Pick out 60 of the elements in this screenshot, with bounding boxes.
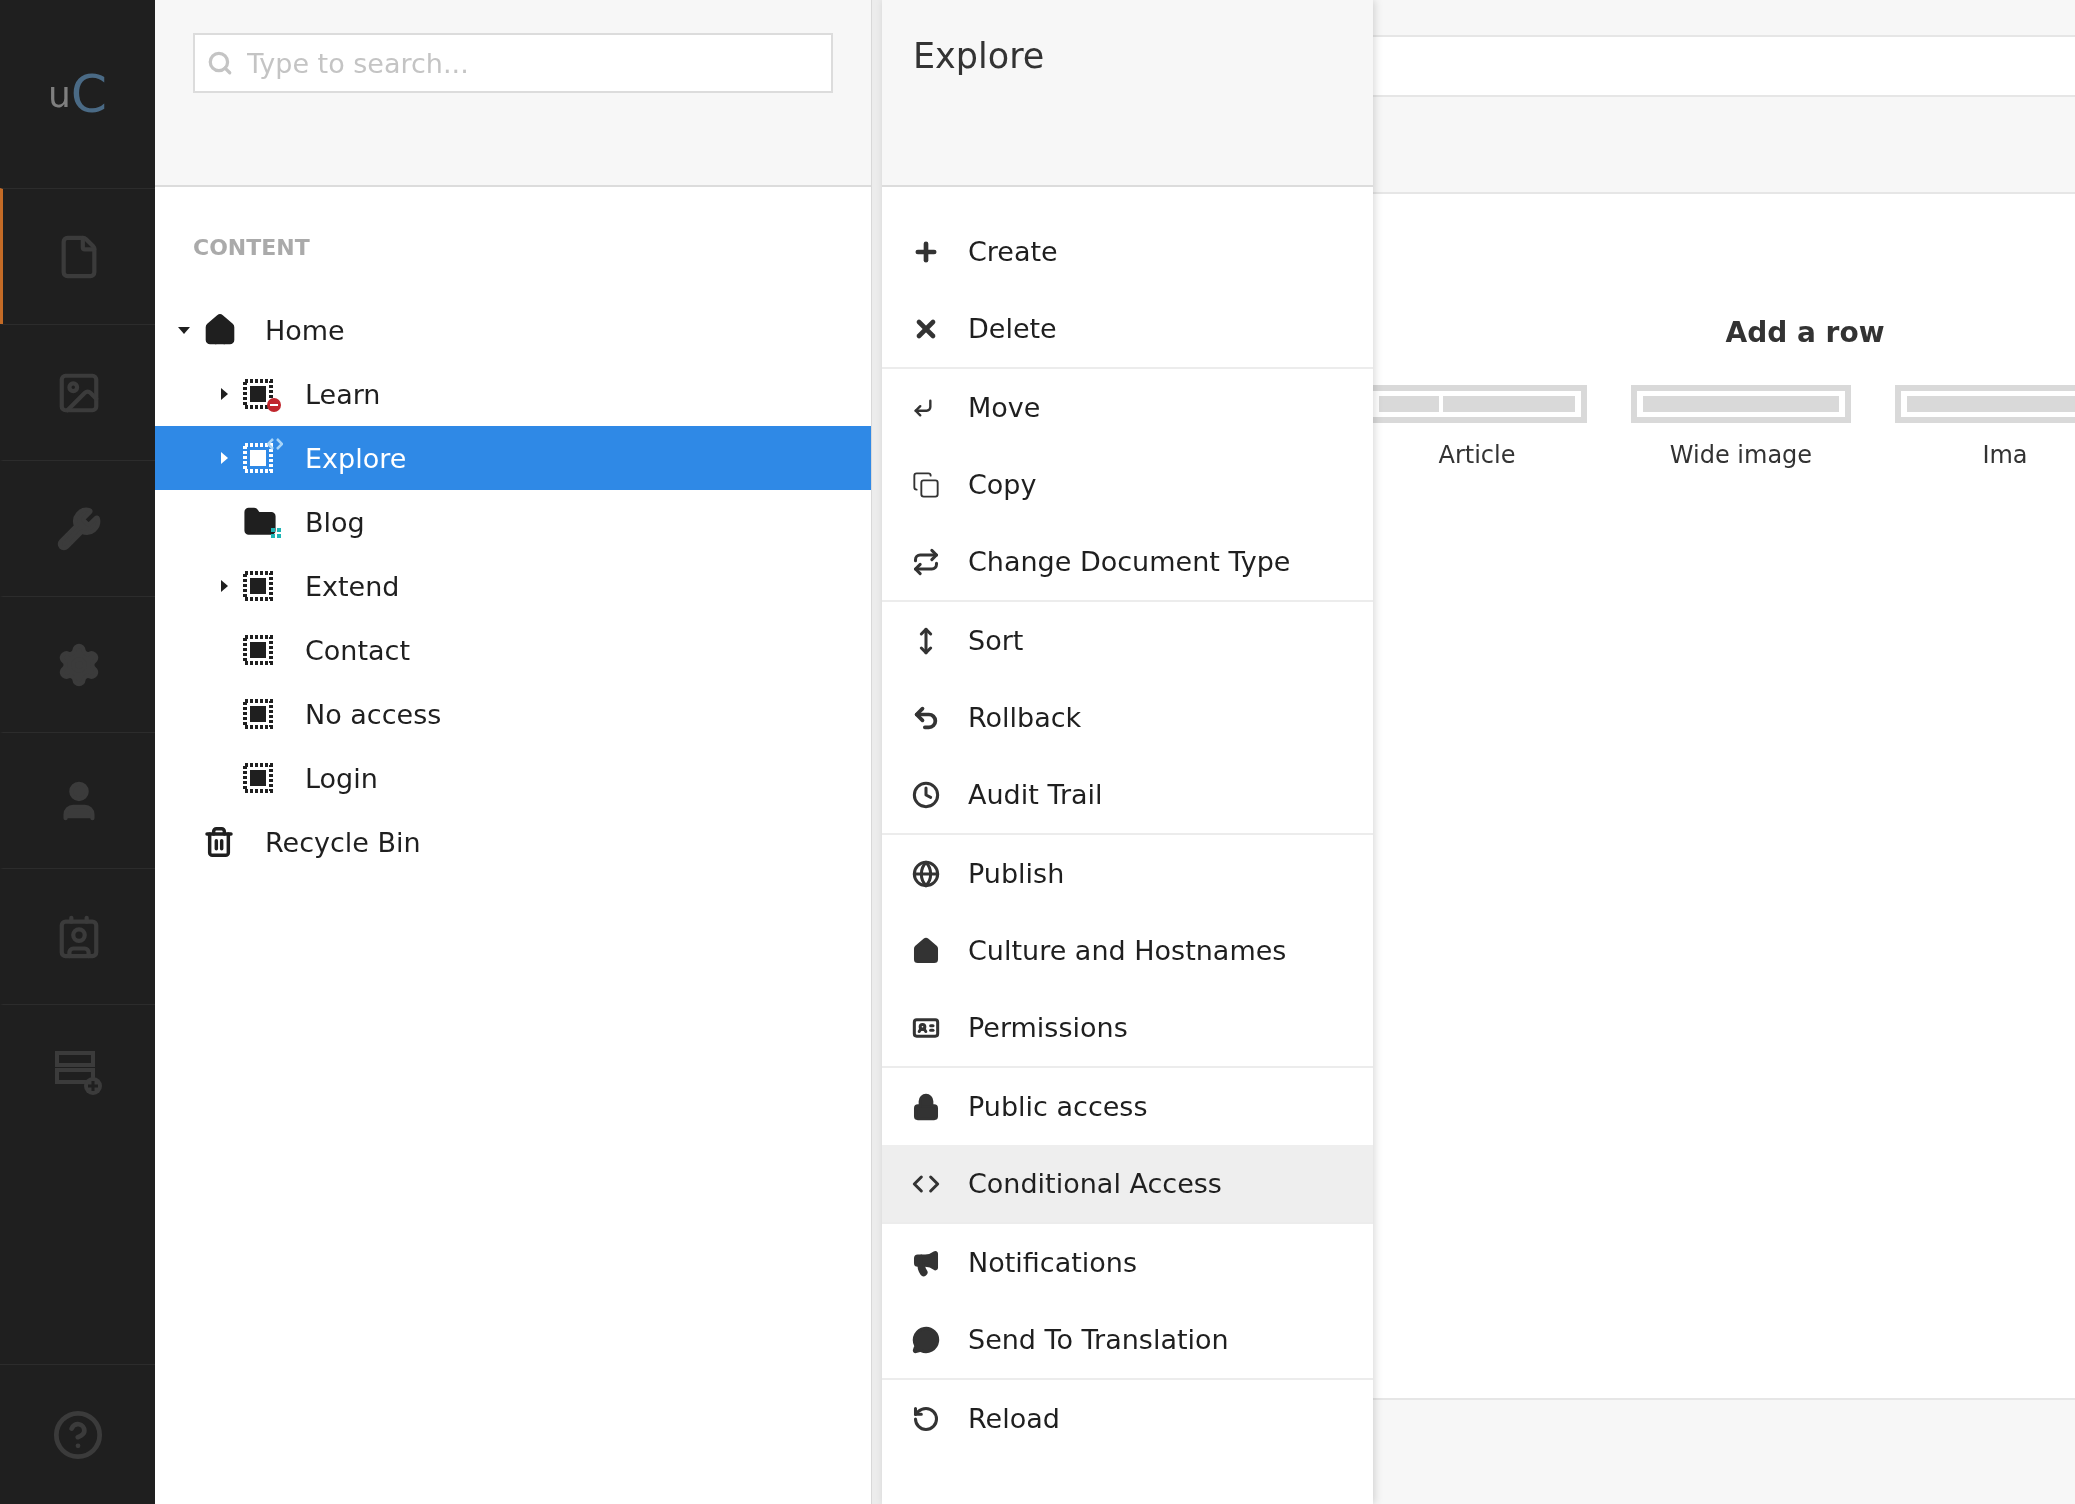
document-icon xyxy=(243,379,273,409)
tree-item[interactable]: Contact xyxy=(155,618,871,682)
menu-item[interactable]: Audit Trail xyxy=(882,756,1373,833)
row-layout-card[interactable] xyxy=(1631,385,1851,423)
document-icon xyxy=(243,699,273,729)
search-field[interactable]: Type to search... xyxy=(193,33,833,93)
tree-item[interactable]: Blog xyxy=(155,490,871,554)
document-icon xyxy=(243,763,273,793)
menu-item[interactable]: Reload xyxy=(882,1380,1373,1457)
menu-item[interactable]: Publish xyxy=(882,835,1373,912)
menu-item[interactable]: Public access xyxy=(882,1068,1373,1145)
help-icon xyxy=(51,1408,104,1461)
menu-item[interactable]: Create xyxy=(882,213,1373,290)
logo: uC xyxy=(46,63,109,126)
menu-item[interactable]: Rollback xyxy=(882,679,1373,756)
document-icon xyxy=(243,635,273,665)
menu-item[interactable]: Culture and Hostnames xyxy=(882,912,1373,989)
tree-item[interactable]: Home xyxy=(155,298,871,362)
tree-item[interactable]: Login xyxy=(155,746,871,810)
speech-bubble-icon xyxy=(912,1325,940,1354)
stop-badge-icon xyxy=(267,398,281,412)
wrench-icon xyxy=(56,505,102,552)
megaphone-icon xyxy=(912,1248,940,1277)
row-layout-card[interactable] xyxy=(1373,385,1587,423)
menu-item[interactable]: Permissions xyxy=(882,989,1373,1066)
copy-icon xyxy=(912,470,940,499)
clock-icon xyxy=(912,780,940,809)
grid-badge-icon xyxy=(271,528,281,538)
menu-item[interactable]: Sort xyxy=(882,602,1373,679)
lock-icon xyxy=(912,1092,940,1121)
code-badge-icon xyxy=(267,438,283,450)
swap-arrows-icon xyxy=(912,547,940,576)
add-row-heading: Add a row xyxy=(1724,315,1886,349)
trash-icon xyxy=(203,826,235,858)
menu-title: Explore xyxy=(913,36,1046,76)
layout-label: Wide image xyxy=(1669,441,1813,469)
menu-item[interactable]: Copy xyxy=(882,446,1373,523)
menu-item[interactable]: Notifications xyxy=(882,1224,1373,1301)
menu-item[interactable]: Delete xyxy=(882,290,1373,367)
menu-item[interactable]: Change Document Type xyxy=(882,523,1373,600)
tree-item[interactable]: Extend xyxy=(155,554,871,618)
menu-item[interactable]: Conditional Access xyxy=(882,1145,1373,1222)
row-layout-card[interactable] xyxy=(1895,385,2075,423)
tree-item[interactable]: No access xyxy=(155,682,871,746)
menu-item[interactable]: Send To Translation xyxy=(882,1301,1373,1378)
search-icon xyxy=(207,50,233,76)
layout-label: Ima xyxy=(1982,441,2028,469)
tree-item[interactable]: Learn xyxy=(155,362,871,426)
home-icon xyxy=(203,313,237,347)
reload-icon xyxy=(912,1404,940,1433)
document-icon xyxy=(243,443,273,473)
section-heading: CONTENT xyxy=(192,234,311,262)
section-button[interactable] xyxy=(0,188,155,324)
home-icon xyxy=(912,936,940,965)
layout-label: Article xyxy=(1438,441,1516,469)
tree-item[interactable]: Recycle Bin xyxy=(155,810,871,874)
tree-item[interactable]: Explore xyxy=(155,426,871,490)
document-icon xyxy=(243,571,273,601)
menu-item[interactable]: Move xyxy=(882,369,1373,446)
globe-icon xyxy=(912,859,940,888)
